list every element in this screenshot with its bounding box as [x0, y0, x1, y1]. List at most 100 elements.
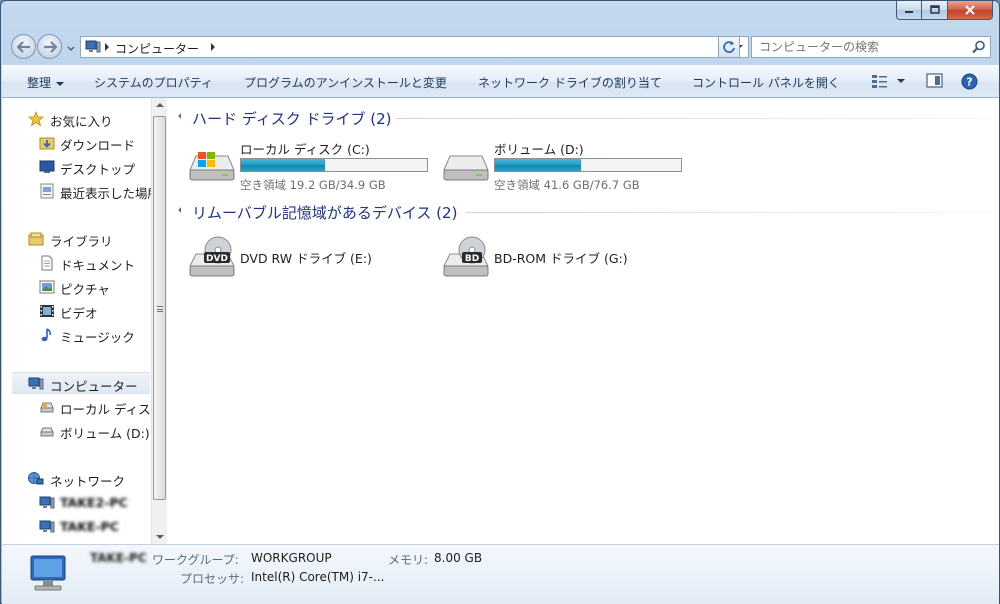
- chevron-down-icon: [56, 81, 65, 86]
- organize-label: 整理: [27, 76, 52, 90]
- computer-icon: [39, 496, 55, 509]
- nav-recent-places-label: 最近表示した場所: [60, 186, 151, 201]
- refresh-button[interactable]: [718, 36, 740, 58]
- breadcrumb-separator[interactable]: [211, 43, 215, 51]
- search-icon[interactable]: [972, 40, 986, 54]
- nav-downloads[interactable]: ダウンロード: [2, 132, 151, 154]
- chevron-down-icon: [67, 46, 75, 51]
- collapse-arrow-icon[interactable]: [178, 113, 184, 119]
- details-pc-name: TAKE-PC: [90, 551, 147, 565]
- desktop-icon: [39, 160, 55, 173]
- scroll-down-arrow[interactable]: [156, 535, 164, 539]
- search-box[interactable]: [751, 36, 991, 58]
- map-network-drive-button[interactable]: ネットワーク ドライブの割り当て: [478, 74, 662, 91]
- group-header-hdd[interactable]: ハード ディスク ドライブ (2): [176, 108, 991, 128]
- computer-icon: [85, 40, 101, 53]
- nav-recent-places[interactable]: 最近表示した場所: [2, 180, 151, 202]
- scroll-grip: [157, 306, 163, 312]
- nav-music[interactable]: ミュージック: [2, 324, 151, 346]
- view-options-icon: [872, 75, 905, 88]
- caption-buttons: [896, 1, 993, 20]
- arrow-right-icon: [43, 40, 57, 53]
- maximize-icon: [929, 5, 940, 14]
- drive-name-c: ローカル ディスク (C:): [240, 142, 370, 157]
- group-title-hdd: ハード ディスク ドライブ (2): [192, 110, 392, 128]
- drive-usage-fill-c: [241, 159, 325, 171]
- nav-libraries-label: ライブラリ: [50, 234, 113, 249]
- collapse-arrow-icon[interactable]: [178, 207, 184, 213]
- nav-network-pc-1[interactable]: TAKE2-PC: [2, 492, 151, 514]
- nav-volume-d[interactable]: ボリューム (D:): [2, 420, 151, 442]
- preview-pane-icon: [926, 73, 943, 88]
- details-workgroup-label: ワークグループ:: [152, 553, 239, 567]
- search-input[interactable]: [752, 37, 962, 57]
- nav-pictures[interactable]: ピクチャ: [2, 276, 151, 298]
- nav-network[interactable]: ネットワーク: [2, 468, 151, 490]
- details-memory-value: 8.00 GB: [434, 551, 483, 565]
- uninstall-program-button[interactable]: プログラムのアンインストールと変更: [244, 74, 447, 91]
- nav-libraries[interactable]: ライブラリ: [2, 228, 151, 250]
- nav-music-label: ミュージック: [60, 330, 135, 345]
- change-view-button[interactable]: [871, 73, 905, 92]
- recent-pages-dropdown[interactable]: [66, 43, 76, 53]
- nav-network-pc-2[interactable]: TAKE-PC: [2, 516, 151, 538]
- navigation-pane: お気に入り ダウンロード デスクトップ 最近表示した場所 ライブラリ ドキュメン…: [2, 98, 151, 544]
- nav-pictures-label: ピクチャ: [60, 282, 110, 297]
- drive-name-d: ボリューム (D:): [494, 142, 584, 157]
- nav-computer-label: コンピューター: [50, 379, 138, 394]
- drive-tile-g[interactable]: BD BD-ROM ドライブ (G:): [440, 232, 690, 286]
- group-header-removable[interactable]: リムーバブル記憶域があるデバイス (2): [176, 202, 991, 222]
- library-icon: [28, 232, 44, 246]
- forward-button[interactable]: [37, 34, 62, 59]
- command-bar: 整理 システムのプロパティ プログラムのアンインストールと変更 ネットワーク ド…: [2, 65, 999, 98]
- details-processor-label: プロセッサ:: [180, 572, 245, 586]
- computer-icon: [30, 555, 66, 591]
- address-bar[interactable]: コンピューター: [80, 36, 749, 58]
- help-button[interactable]: ?: [961, 73, 978, 93]
- nav-favorites[interactable]: お気に入り: [2, 108, 151, 130]
- breadcrumb-computer[interactable]: コンピューター: [115, 40, 199, 57]
- dvd-badge: DVD: [206, 254, 228, 264]
- open-control-panel-button[interactable]: コントロール パネルを開く: [692, 74, 840, 91]
- scroll-thumb[interactable]: [153, 116, 166, 500]
- main-pane: ハード ディスク ドライブ (2) ローカル ディスク (C:) 空き領域 19…: [168, 98, 999, 544]
- close-icon: [965, 5, 975, 15]
- nav-desktop[interactable]: デスクトップ: [2, 156, 151, 178]
- organize-button[interactable]: 整理: [27, 74, 65, 91]
- nav-network-pc-2-label: TAKE-PC: [60, 519, 119, 534]
- nav-computer[interactable]: コンピューター: [12, 372, 150, 394]
- system-properties-button[interactable]: システムのプロパティ: [94, 74, 213, 91]
- nav-network-label: ネットワーク: [50, 474, 126, 489]
- nav-videos[interactable]: ビデオ: [2, 300, 151, 322]
- drive-usage-bar-d: [494, 158, 682, 172]
- drive-tile-d[interactable]: ボリューム (D:) 空き領域 41.6 GB/76.7 GB: [440, 136, 690, 192]
- refresh-icon: [723, 41, 735, 53]
- breadcrumb-separator[interactable]: [105, 43, 109, 51]
- picture-icon: [39, 280, 55, 294]
- group-divider: [396, 118, 991, 119]
- drive-tile-e[interactable]: DVD DVD RW ドライブ (E:): [186, 232, 436, 286]
- nav-network-pc-1-label: TAKE2-PC: [60, 495, 128, 510]
- nav-local-disk-c[interactable]: ローカル ディスク (C:): [2, 396, 151, 418]
- hard-drive-icon: [443, 155, 489, 181]
- navigation-scrollbar[interactable]: [151, 98, 167, 544]
- optical-drive-icon: DVD: [189, 236, 235, 277]
- maximize-button[interactable]: [922, 1, 948, 20]
- minimize-button[interactable]: [896, 1, 922, 20]
- drive-free-space-d: 空き領域 41.6 GB/76.7 GB: [494, 178, 640, 192]
- nav-volume-d-label: ボリューム (D:): [60, 426, 150, 441]
- preview-pane-button[interactable]: [926, 73, 944, 92]
- details-memory-label: メモリ:: [388, 553, 429, 567]
- video-icon: [40, 305, 54, 317]
- document-icon: [41, 255, 53, 271]
- back-button[interactable]: [11, 34, 36, 59]
- nav-documents[interactable]: ドキュメント: [2, 252, 151, 274]
- details-processor-value: Intel(R) Core(TM) i7-...: [251, 570, 385, 584]
- drive-usage-bar-c: [240, 158, 428, 172]
- details-pane: TAKE-PC ワークグループ: WORKGROUP メモリ: 8.00 GB …: [2, 544, 999, 604]
- close-button[interactable]: [948, 1, 993, 20]
- nav-videos-label: ビデオ: [60, 306, 98, 321]
- scroll-up-arrow[interactable]: [156, 103, 164, 107]
- drive-tile-c[interactable]: ローカル ディスク (C:) 空き領域 19.2 GB/34.9 GB: [186, 136, 436, 192]
- svg-text:?: ?: [966, 76, 972, 89]
